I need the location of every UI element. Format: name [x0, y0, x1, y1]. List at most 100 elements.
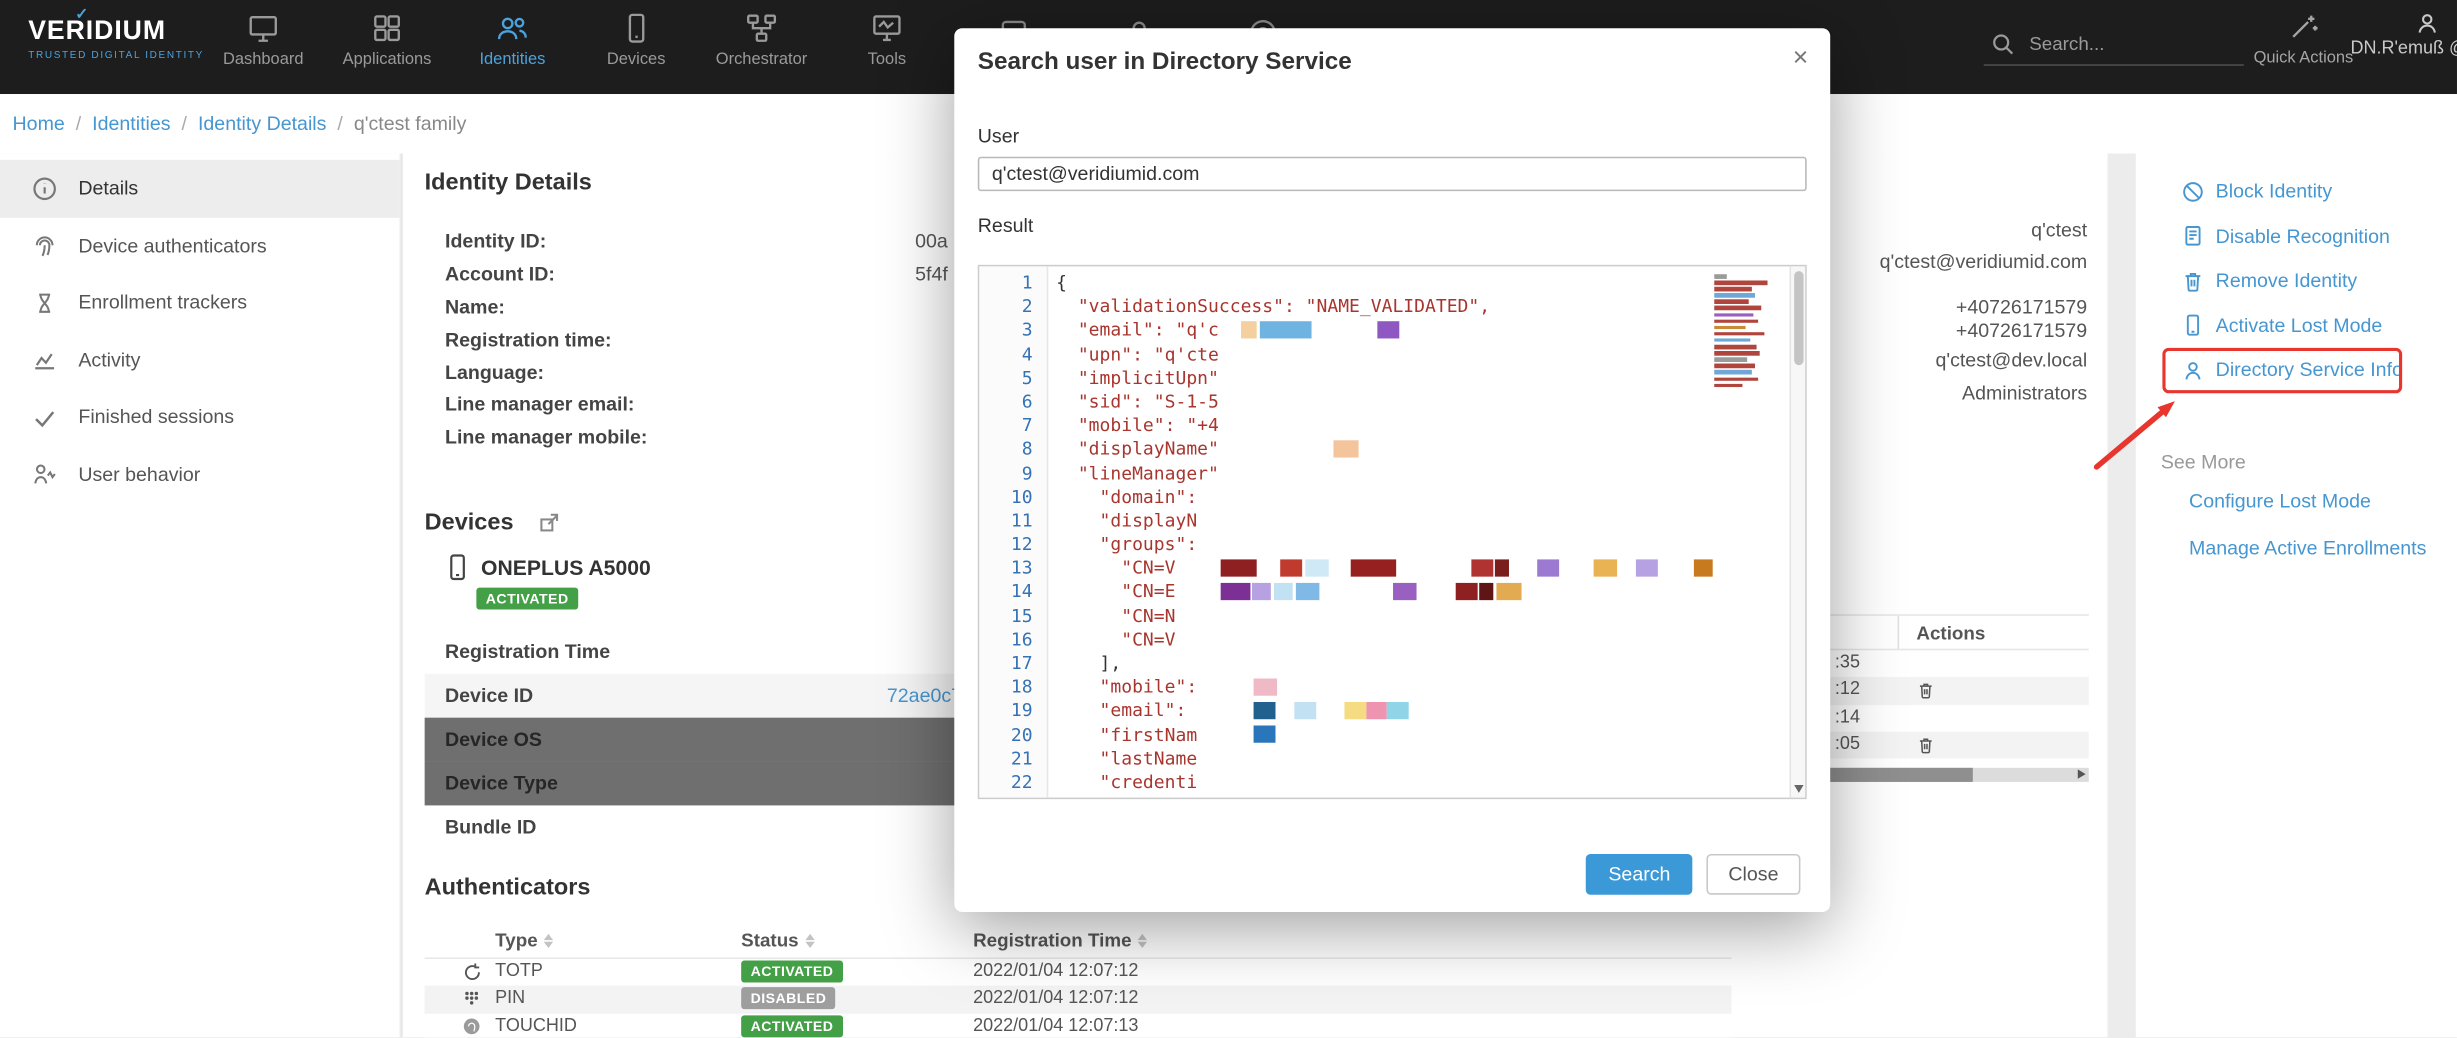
authenticator-type: TOUCHID — [495, 1016, 577, 1035]
devices-title: Devices — [425, 509, 514, 536]
column-header-actions[interactable]: Actions — [1898, 616, 2089, 649]
device-id-link[interactable]: 72ae0c7 — [887, 685, 962, 707]
breadcrumb-separator: / — [337, 113, 342, 135]
redaction-block — [1241, 321, 1257, 338]
sort-icon — [805, 933, 814, 947]
sort-icon — [544, 933, 553, 947]
remove-identity-button[interactable]: Remove Identity — [2181, 263, 2357, 297]
manage-active-enrollments-link[interactable]: Manage Active Enrollments — [2189, 537, 2426, 559]
scroll-down-arrow[interactable] — [1794, 785, 1803, 793]
modal-close-icon[interactable]: × — [1793, 42, 1809, 73]
quick-actions-button[interactable]: Quick Actions — [2241, 11, 2366, 67]
minimap-line — [1714, 300, 1748, 304]
refresh-icon — [462, 962, 481, 986]
nav-item-applications[interactable]: Applications — [324, 11, 449, 69]
nav-item-devices[interactable]: Devices — [574, 11, 699, 69]
session-time-fragment: :35 — [1835, 653, 1860, 672]
editor-line-number: 15 — [979, 604, 1046, 628]
nav-item-orchestrator[interactable]: Orchestrator — [699, 11, 824, 69]
column-header-status[interactable]: Status — [741, 929, 814, 951]
editor-code-line: "credenti — [1050, 771, 1790, 795]
redaction-block — [1221, 559, 1257, 576]
editor-scrollbar[interactable] — [1789, 266, 1805, 797]
delete-row-button[interactable] — [1916, 735, 1935, 760]
breadcrumb-identities[interactable]: Identities — [92, 113, 170, 135]
authenticator-row-pin: PIN DISABLED 2022/01/04 12:07:12 — [425, 986, 1732, 1013]
editor-scrollbar-thumb[interactable] — [1793, 271, 1802, 365]
redaction-block — [1366, 702, 1386, 719]
expand-devices-icon[interactable] — [539, 512, 559, 540]
json-result-editor[interactable]: 12345678910111213141516171819202122 { "v… — [978, 265, 1807, 799]
nav-item-dashboard[interactable]: Dashboard — [201, 11, 326, 69]
session-time-fragment: :14 — [1835, 708, 1860, 727]
editor-code-line: "lastName — [1050, 747, 1790, 771]
veridium-logo[interactable]: VERIDIUM✓ TRUSTED DIGITAL IDENTITY — [28, 16, 204, 61]
redaction-block — [1351, 559, 1396, 576]
block-icon — [2181, 179, 2205, 203]
minimap-line — [1714, 358, 1747, 362]
breadcrumb-identity-details[interactable]: Identity Details — [198, 113, 326, 135]
field-value: 5f4f — [915, 264, 948, 286]
editor-code-line: "CN=V — [1050, 557, 1790, 581]
nav-item-tools[interactable]: Tools — [824, 11, 949, 69]
editor-code-line: "lineManager" — [1050, 461, 1790, 485]
disable-recognition-button[interactable]: Disable Recognition — [2181, 219, 2390, 253]
directory-service-modal: Search user in Directory Service × User … — [954, 28, 1830, 912]
block-identity-button[interactable]: Block Identity — [2181, 174, 2332, 208]
action-label: Directory Service Info — [2216, 359, 2403, 381]
user-activity-icon — [31, 461, 58, 488]
redaction-block — [1377, 321, 1399, 338]
status-badge: DISABLED — [741, 988, 836, 1010]
nav-label: Dashboard — [201, 50, 326, 69]
breadcrumb-home[interactable]: Home — [13, 113, 65, 135]
sidebar-item-enrollment-trackers[interactable]: Enrollment trackers — [0, 274, 400, 331]
tools-icon — [870, 11, 904, 45]
redaction-block — [1471, 559, 1493, 576]
redaction-block — [1280, 559, 1302, 576]
directory-service-info-button[interactable]: Directory Service Info — [2181, 353, 2403, 387]
editor-code-line: "upn": "q'cte — [1050, 342, 1790, 366]
minimap-line — [1714, 338, 1750, 342]
editor-line-number: 2 — [979, 295, 1046, 319]
editor-line-number: 13 — [979, 557, 1046, 581]
search-button[interactable]: Search — [1586, 854, 1692, 895]
fingerprint-badge-icon — [462, 1016, 481, 1037]
field-label: Line manager email: — [445, 394, 915, 416]
editor-code-line: "validationSuccess": "NAME_VALIDATED", — [1050, 295, 1790, 319]
user-menu[interactable]: DN.R'emuß @ — [2350, 11, 2457, 58]
delete-row-button[interactable] — [1916, 681, 1935, 706]
minimap-line — [1714, 351, 1759, 355]
editor-gutter: 12345678910111213141516171819202122 — [979, 266, 1048, 797]
editor-code-line: "CN=V — [1050, 628, 1790, 652]
minimap-line — [1714, 383, 1742, 387]
authenticator-time: 2022/01/04 12:07:13 — [973, 1016, 1138, 1035]
nav-search-input[interactable]: Search... — [1984, 24, 2244, 66]
breadcrumb-separator: / — [182, 113, 187, 135]
nav-item-identities[interactable]: Identities — [450, 11, 575, 69]
user-search-input[interactable] — [978, 157, 1807, 191]
editor-line-number: 1 — [979, 271, 1046, 295]
scrollbar-thumb[interactable] — [1807, 768, 1973, 782]
scroll-right-arrow[interactable] — [2078, 769, 2086, 778]
modal-footer: Search Close — [1586, 854, 1800, 895]
authenticator-type: TOTP — [495, 962, 543, 981]
sidebar-item-activity[interactable]: Activity — [0, 331, 400, 388]
redaction-block — [1294, 702, 1316, 719]
action-label: Activate Lost Mode — [2216, 314, 2383, 336]
column-header-registration-time[interactable]: Registration Time — [973, 929, 1147, 951]
sidebar-item-label: Details — [78, 177, 138, 199]
editor-line-number: 7 — [979, 414, 1046, 438]
editor-line-number: 11 — [979, 509, 1046, 533]
close-button[interactable]: Close — [1706, 854, 1800, 895]
sidebar-item-details[interactable]: Details — [0, 160, 400, 217]
configure-lost-mode-link[interactable]: Configure Lost Mode — [2189, 490, 2371, 512]
sidebar-item-user-behavior[interactable]: User behavior — [0, 446, 400, 503]
sidebar-item-finished-sessions[interactable]: Finished sessions — [0, 389, 400, 446]
minimap-line — [1714, 345, 1756, 349]
column-header-type[interactable]: Type — [495, 929, 553, 951]
modal-title: Search user in Directory Service — [978, 49, 1352, 77]
sidebar-item-device-authenticators[interactable]: Device authenticators — [0, 217, 400, 274]
activate-lost-mode-button[interactable]: Activate Lost Mode — [2181, 308, 2382, 342]
horizontal-scrollbar[interactable] — [1807, 768, 2089, 782]
sort-icon — [1138, 933, 1147, 947]
